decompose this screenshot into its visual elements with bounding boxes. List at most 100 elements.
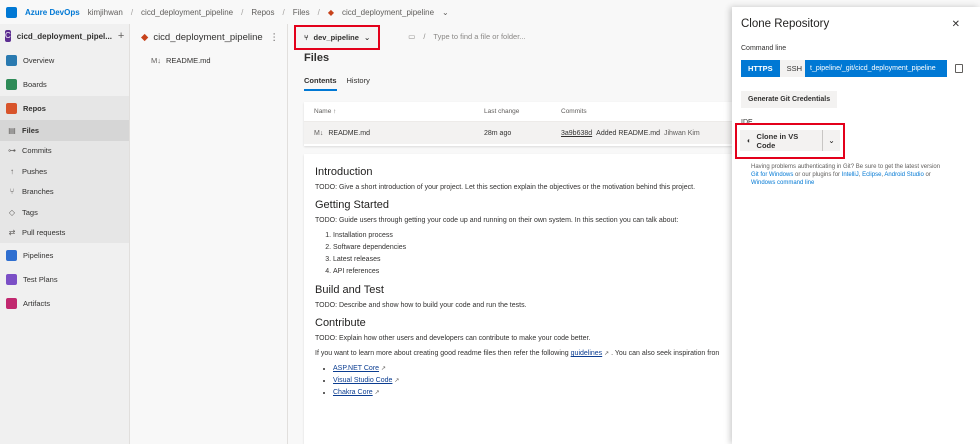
- breadcrumb-separator: /: [130, 7, 134, 17]
- close-icon[interactable]: ✕: [952, 19, 960, 30]
- tree-item-label: README.md: [166, 55, 211, 65]
- chevron-down-icon[interactable]: ⌄: [442, 8, 449, 17]
- breadcrumb-repos[interactable]: Repos: [251, 8, 274, 17]
- sidebar-item-label: Commits: [22, 146, 52, 156]
- file-name: README.md: [328, 129, 370, 137]
- table-row[interactable]: M↓ README.md 28m ago 3a9b638d Added READ…: [304, 122, 732, 144]
- sidebar-item-label: Repos: [23, 103, 46, 113]
- external-link-icon: ↗: [374, 390, 380, 396]
- vscode-link[interactable]: Visual Studio Code: [333, 377, 392, 384]
- readme-preview: Introduction TODO: Give a short introduc…: [304, 154, 732, 444]
- help-text: or: [923, 172, 931, 178]
- list-item: Software dependencies: [333, 244, 721, 251]
- tab-contents[interactable]: Contents: [304, 76, 337, 91]
- azure-devops-logo-icon[interactable]: [6, 6, 17, 18]
- sidebar-subitem-pull-requests[interactable]: ⇄ Pull requests: [0, 222, 129, 243]
- generate-credentials-button[interactable]: Generate Git Credentials: [741, 91, 838, 108]
- sidebar-item-label: Test Plans: [23, 274, 58, 284]
- column-commits: Commits: [561, 108, 587, 115]
- sidebar-item-label: Pull requests: [22, 228, 66, 238]
- clone-in-vscode-button[interactable]: ◐ Clone in VS Code ⌄: [740, 130, 840, 151]
- org-name[interactable]: kimjihwan: [88, 8, 123, 17]
- sidebar-item-label: Pushes: [22, 166, 48, 176]
- tree-item-readme[interactable]: M↓ README.md: [130, 50, 287, 70]
- sidebar-subitem-tags[interactable]: ◇ Tags: [0, 202, 129, 223]
- https-button[interactable]: HTTPS: [741, 60, 780, 77]
- breadcrumb-files[interactable]: Files: [293, 8, 310, 17]
- eclipse-link[interactable]: Eclipse: [862, 172, 881, 178]
- tab-history[interactable]: History: [347, 76, 370, 91]
- paragraph-getting-started: TODO: Guide users through getting your c…: [315, 217, 679, 224]
- column-last-change: Last change: [484, 108, 520, 115]
- overview-icon: [6, 54, 17, 66]
- brand-name[interactable]: Azure DevOps: [25, 8, 80, 17]
- sidebar-subitem-commits[interactable]: ⊶ Commits: [0, 140, 129, 161]
- list-item: Latest releases: [333, 256, 721, 263]
- panel-title: Clone Repository: [741, 18, 830, 30]
- file-tree-pane: ◆ cicd_deployment_pipeline ⋮ M↓ README.m…: [130, 24, 288, 444]
- file-list-table: Name ↑ Last change Commits M↓ README.md …: [304, 102, 732, 146]
- content-tabs: Contents History: [304, 76, 370, 91]
- sidebar-subitem-files[interactable]: ▤ Files: [0, 120, 129, 141]
- last-change-cell: 28m ago: [484, 129, 512, 137]
- push-icon: ↑: [10, 166, 14, 176]
- repos-icon: [6, 102, 17, 114]
- add-icon[interactable]: +: [118, 30, 124, 42]
- sidebar-item-boards[interactable]: Boards: [0, 72, 129, 96]
- more-info-text: If you want to learn more about creating…: [315, 350, 569, 357]
- branch-selector-button[interactable]: ⑂ dev_pipeline ⌄: [294, 24, 381, 50]
- clone-in-vscode-main[interactable]: ◐ Clone in VS Code: [740, 132, 822, 150]
- file-name-cell[interactable]: M↓ README.md: [304, 130, 484, 137]
- more-info-text-end: . You can also seek inspiration fron: [611, 350, 720, 357]
- android-studio-link[interactable]: Android Studio: [884, 172, 923, 178]
- breadcrumb-separator: /: [317, 7, 320, 17]
- sidebar-item-pipelines[interactable]: Pipelines: [0, 243, 129, 267]
- repo-name: cicd_deployment_pipeline: [153, 31, 263, 43]
- commit-author: Jihwan Kim: [663, 129, 700, 137]
- more-options-icon[interactable]: ⋮: [270, 32, 280, 43]
- sidebar-item-test-plans[interactable]: Test Plans: [0, 267, 129, 291]
- windows-command-line-link[interactable]: Windows command line: [751, 180, 814, 186]
- markdown-file-icon: M↓: [314, 129, 324, 137]
- breadcrumb-project[interactable]: cicd_deployment_pipeline: [141, 8, 233, 17]
- intellij-link[interactable]: IntelliJ: [842, 172, 859, 178]
- project-selector[interactable]: C cicd_deployment_pipel... +: [0, 24, 129, 48]
- main-content: ⑂ dev_pipeline ⌄ ▭ / Type to find a file…: [288, 24, 732, 444]
- project-avatar: C: [5, 30, 11, 42]
- heading-introduction: Introduction: [315, 166, 373, 178]
- chevron-down-icon[interactable]: ⌄: [822, 130, 840, 151]
- sidebar-item-overview[interactable]: Overview: [0, 48, 129, 72]
- heading-build-and-test: Build and Test: [315, 284, 384, 296]
- clone-url-field[interactable]: t_pipeline/_git/cicd_deployment_pipeline: [805, 60, 947, 77]
- file-search[interactable]: ▭ / Type to find a file or folder...: [408, 32, 525, 41]
- list-item: API references: [333, 268, 721, 275]
- pull-request-icon: ⇄: [8, 228, 16, 238]
- copy-icon[interactable]: [955, 64, 963, 73]
- column-name[interactable]: Name ↑: [304, 108, 484, 115]
- breadcrumb-repo[interactable]: cicd_deployment_pipeline: [342, 8, 434, 17]
- chakra-core-link[interactable]: Chakra Core: [333, 389, 373, 396]
- test-plans-icon: [6, 273, 17, 285]
- auth-help-text: Having problems authenticating in Git? B…: [751, 163, 971, 187]
- sidebar-subitem-pushes[interactable]: ↑ Pushes: [0, 161, 129, 182]
- repo-selector[interactable]: ◆ cicd_deployment_pipeline ⋮: [130, 24, 287, 50]
- commit-hash-link[interactable]: 3a9b638d: [561, 130, 592, 137]
- inspiration-links-list: ASP.NET Core ↗ Visual Studio Code ↗ Chak…: [333, 365, 721, 396]
- vscode-icon: ◐: [747, 136, 752, 145]
- git-for-windows-link[interactable]: Git for Windows: [751, 172, 793, 178]
- paragraph-more-info: If you want to learn more about creating…: [315, 350, 721, 357]
- sidebar-subitem-branches[interactable]: ⑂ Branches: [0, 181, 129, 202]
- aspnet-core-link[interactable]: ASP.NET Core: [333, 365, 379, 372]
- guidelines-link[interactable]: guidelines: [571, 350, 603, 357]
- chevron-down-icon: ⌄: [363, 32, 371, 42]
- command-line-label: Command line: [741, 45, 787, 52]
- list-item: Installation process: [333, 232, 721, 239]
- sidebar-item-artifacts[interactable]: Artifacts: [0, 291, 129, 315]
- file-search-placeholder: Type to find a file or folder...: [433, 31, 526, 41]
- sidebar-item-repos[interactable]: Repos: [0, 96, 129, 120]
- clone-in-vscode-label: Clone in VS Code: [756, 131, 799, 150]
- getting-started-list: Installation process Software dependenci…: [333, 232, 721, 275]
- commit-icon: ⊶: [8, 146, 16, 156]
- sidebar-item-label: Overview: [23, 55, 55, 65]
- table-header: Name ↑ Last change Commits: [304, 102, 732, 122]
